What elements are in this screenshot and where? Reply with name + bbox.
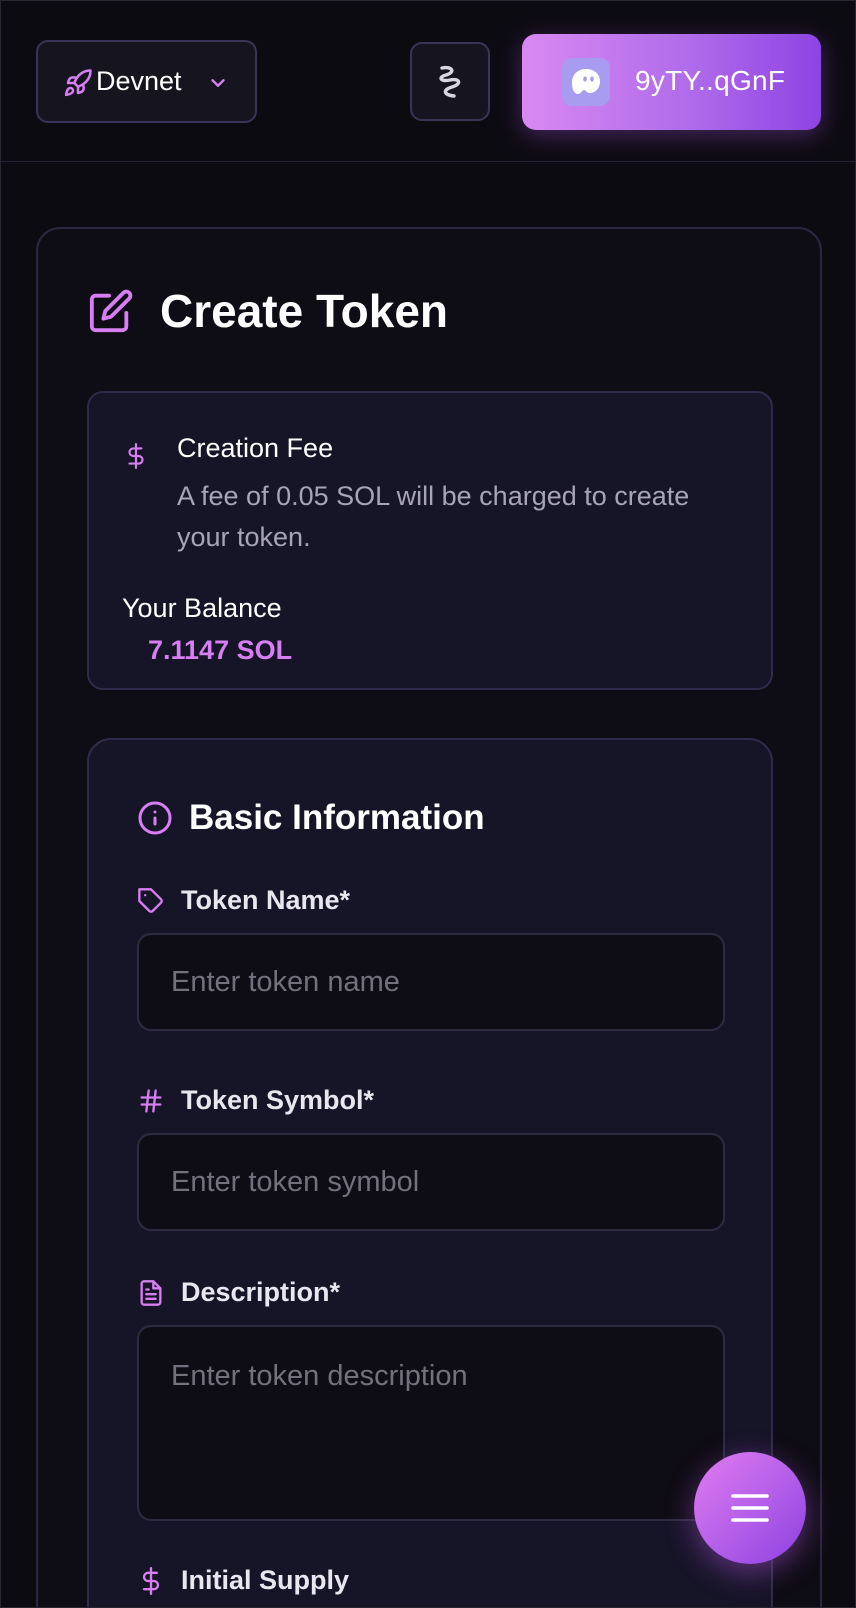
fee-title: Creation Fee (177, 433, 334, 463)
token-symbol-label: Token Symbol* (181, 1085, 375, 1115)
token-name-label: Token Name* (181, 885, 351, 915)
title-row: Create Token (88, 284, 448, 338)
description-textarea[interactable] (137, 1325, 725, 1521)
description-label: Description* (181, 1277, 341, 1307)
initial-supply-label: Initial Supply (181, 1565, 350, 1595)
dollar-icon (128, 443, 144, 469)
ghost-icon (572, 69, 600, 94)
description-label-row: Description* (137, 1277, 340, 1308)
basic-information-panel: Basic Information Token Name* T (87, 738, 773, 1607)
token-name-input[interactable] (137, 933, 725, 1031)
section-title: Basic Information (189, 798, 485, 837)
network-label: Devnet (96, 66, 182, 96)
theme-button[interactable] (410, 42, 490, 121)
menu-icon (731, 1494, 769, 1522)
create-token-card: Create Token Creation Fee A fee of 0.05 … (36, 227, 822, 1607)
tag-icon (138, 887, 163, 913)
file-text-icon (140, 1279, 162, 1306)
edit-icon (89, 289, 133, 333)
token-name-label-row: Token Name* (137, 885, 350, 916)
app-page: Devnet 9yTY..qGnF Create Token Creation … (0, 0, 856, 1608)
fee-description: A fee of 0.05 SOL will be charged to cre… (177, 481, 690, 552)
network-select[interactable]: Devnet (36, 40, 257, 123)
initial-supply-label-row: Initial Supply (137, 1565, 349, 1596)
page-title: Create Token (160, 285, 449, 337)
token-symbol-input[interactable] (137, 1133, 725, 1231)
creation-fee-panel: Creation Fee A fee of 0.05 SOL will be c… (87, 391, 773, 690)
chevron-down-icon (211, 79, 225, 87)
wallet-avatar (562, 58, 610, 106)
balance-value: 7.1147 SOL (148, 635, 293, 665)
balance-label: Your Balance (122, 593, 282, 623)
token-symbol-label-row: Token Symbol* (137, 1085, 374, 1116)
info-icon (138, 801, 172, 835)
rocket-icon (64, 69, 92, 97)
menu-fab-button[interactable] (694, 1452, 806, 1564)
wallet-address: 9yTY..qGnF (635, 65, 786, 96)
hash-icon (140, 1088, 162, 1113)
top-bar: Devnet 9yTY..qGnF (1, 1, 855, 162)
swirl-icon (439, 65, 461, 98)
wallet-button[interactable]: 9yTY..qGnF (522, 34, 821, 130)
dollar-icon (142, 1566, 160, 1595)
section-header: Basic Information (137, 798, 485, 838)
